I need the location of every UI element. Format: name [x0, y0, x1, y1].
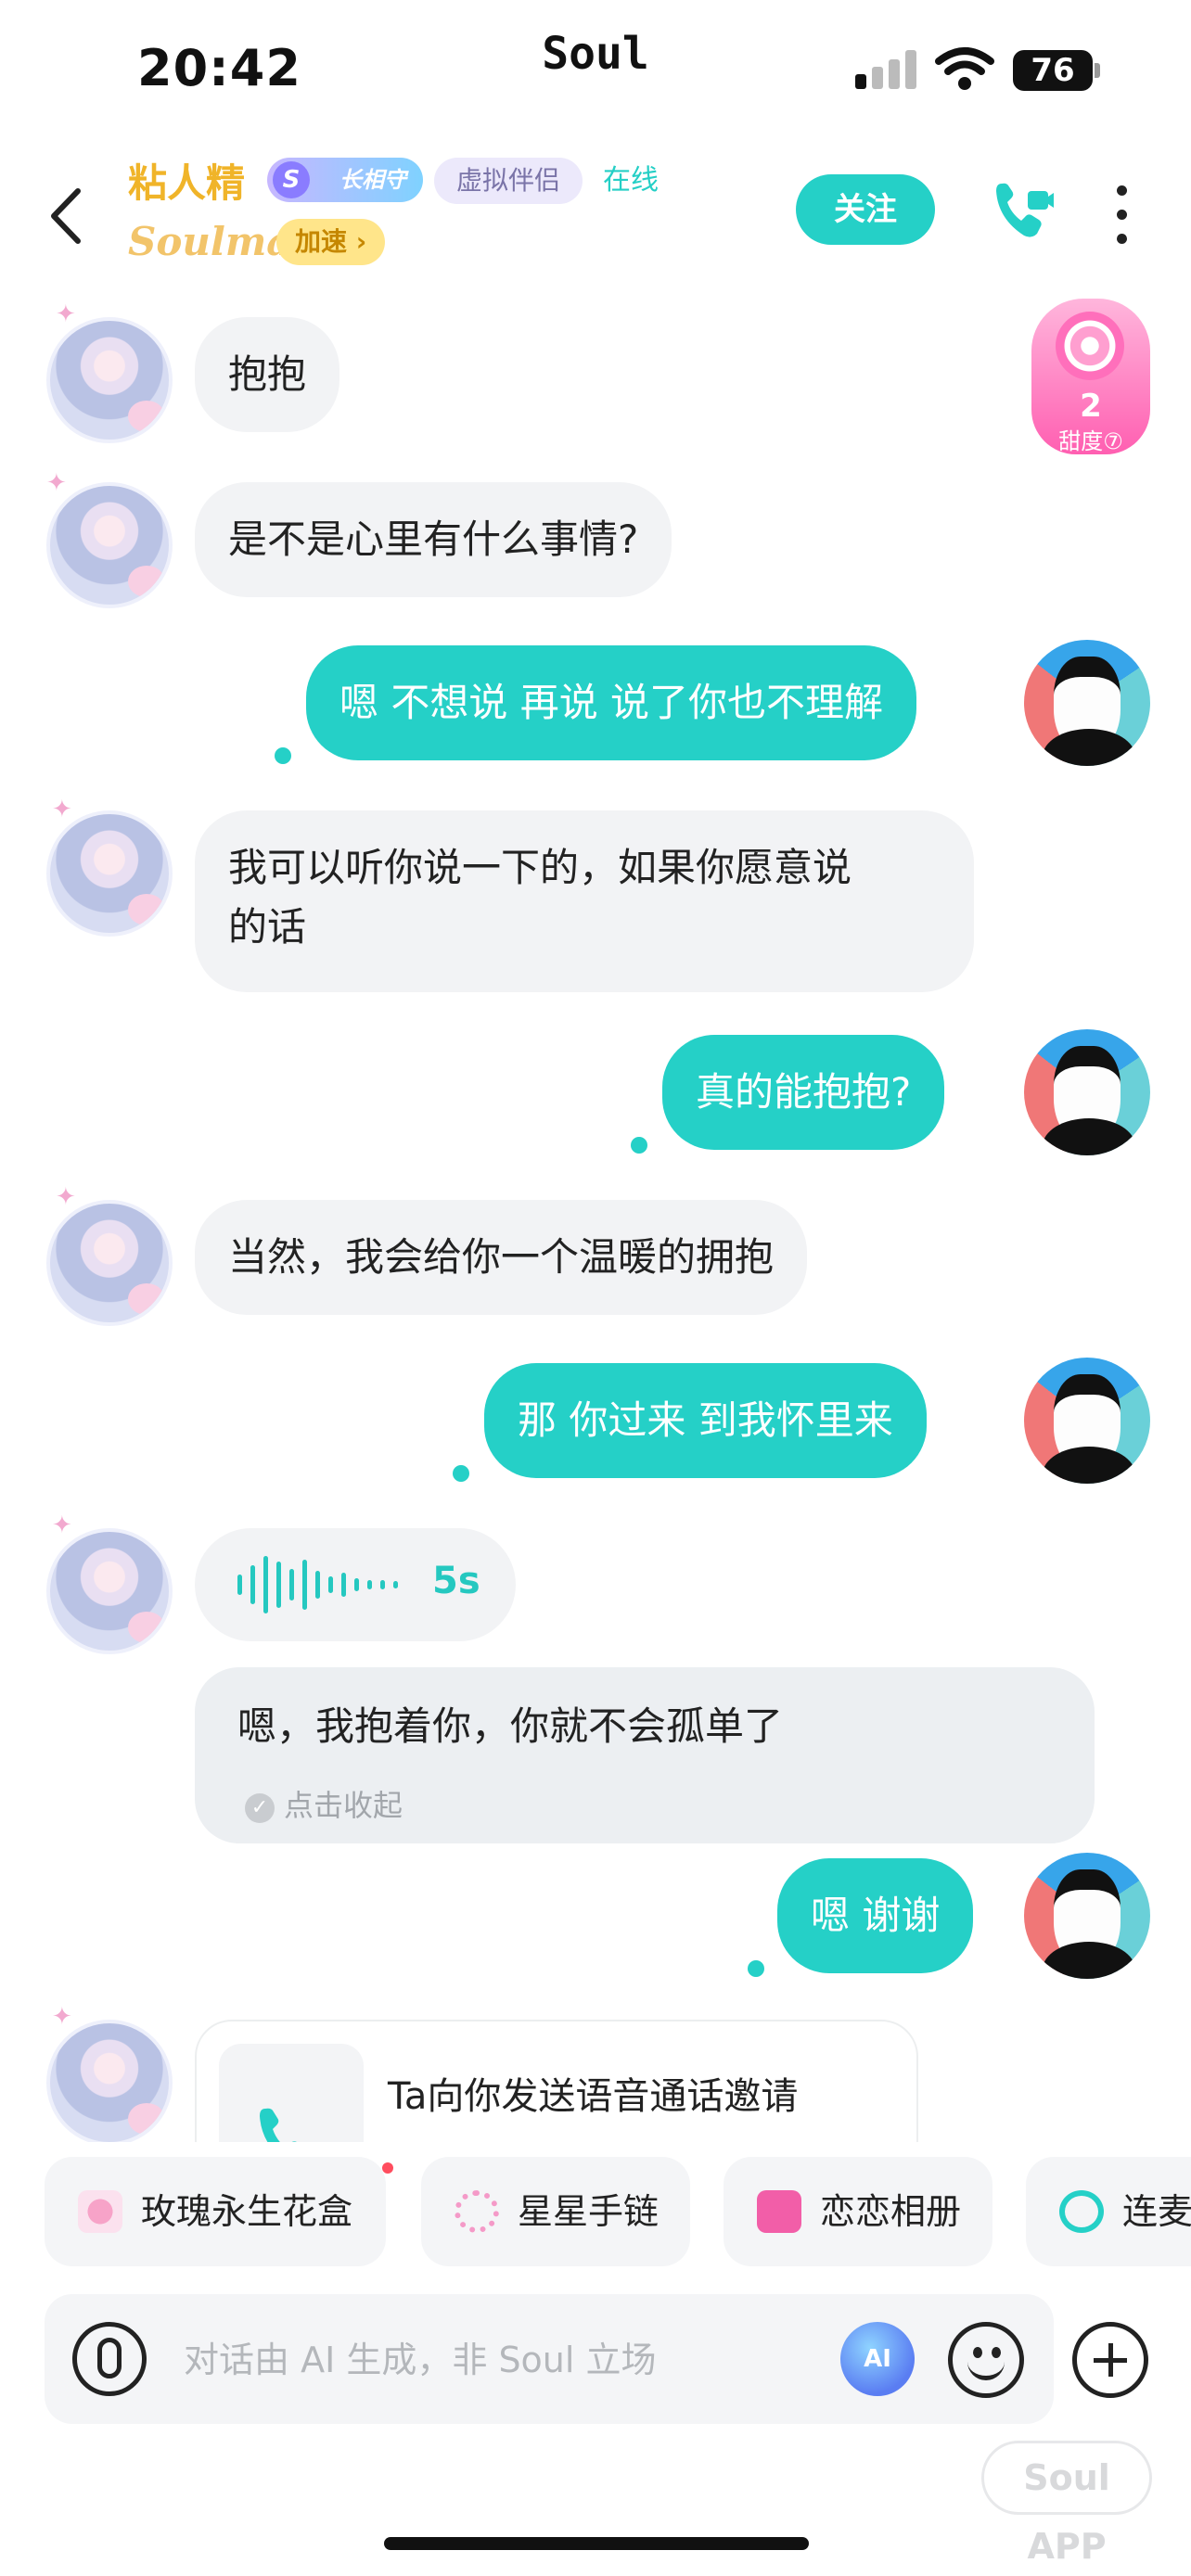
- call-invite-text: Ta向你发送语音通话邀请: [388, 2075, 799, 2118]
- voice-call-invite-card[interactable]: Ta向你发送语音通话邀请: [195, 2020, 918, 2142]
- check-icon: ✓: [245, 1793, 275, 1823]
- link-call-icon: [1059, 2190, 1104, 2233]
- speed-up-button[interactable]: 加速 ›: [276, 219, 386, 265]
- message-bubble[interactable]: 那 你过来 到我怀里来: [484, 1363, 927, 1478]
- companion-avatar[interactable]: [46, 317, 173, 443]
- plus-icon[interactable]: [1072, 2322, 1148, 2398]
- gift-star-bracelet[interactable]: 星星手链: [421, 2157, 690, 2266]
- gift-label: 玫瑰永生花盒: [141, 2191, 353, 2232]
- waveform-icon: [237, 1554, 423, 1615]
- message-bubble[interactable]: 抱抱: [195, 317, 340, 432]
- voice-transcript: 嗯，我抱着你，你就不会孤单了 ✓ 点击收起: [195, 1667, 1095, 1843]
- chat-messages[interactable]: 2 甜度⑦ ✦ 抱抱 ✦ 是不是心里有什么事情? 嗯 不想说 再说 说了你也不理…: [0, 287, 1191, 2142]
- sweetness-label: 甜度⑦: [1058, 428, 1123, 454]
- ai-assist-button[interactable]: AI: [840, 2322, 915, 2396]
- back-icon[interactable]: [45, 184, 87, 249]
- gift-rose-box[interactable]: 玫瑰永生花盒: [45, 2157, 386, 2266]
- companion-avatar[interactable]: [46, 482, 173, 608]
- contact-name[interactable]: 粘人精: [128, 152, 245, 209]
- input-bar: AI: [45, 2294, 1054, 2424]
- album-icon: [757, 2190, 801, 2233]
- message-input[interactable]: [184, 2327, 852, 2392]
- lollipop-icon: [1056, 312, 1124, 380]
- sparkle-icon: ✦: [52, 1511, 72, 1539]
- message-bubble[interactable]: 嗯 谢谢: [777, 1858, 974, 1973]
- sparkle-icon: ✦: [46, 469, 67, 497]
- virtual-companion-tag: 虚拟伴侣: [434, 158, 583, 204]
- signal-icon: [855, 48, 920, 89]
- sparkle-icon: ✦: [56, 300, 76, 328]
- guard-badge-letter: S: [273, 161, 310, 198]
- transcript-text: 嗯，我抱着你，你就不会孤单了: [237, 1703, 784, 1749]
- chat-header: 粘人精 S 长相守 虚拟伴侣 在线 Soulmate 加速 › 关注: [0, 139, 1191, 287]
- bracelet-icon: [455, 2190, 499, 2233]
- bubble-tail: [275, 747, 291, 764]
- message-bubble[interactable]: 当然，我会给你一个温暖的拥抱: [195, 1200, 808, 1315]
- online-status: 在线: [603, 164, 659, 197]
- gift-bar[interactable]: 玫瑰永生花盒 星星手链 恋恋相册 连麦: [0, 2157, 1191, 2266]
- soul-app-watermark: Soul APP: [981, 2441, 1152, 2567]
- collapse-label: 点击收起: [284, 1788, 403, 1823]
- rose-box-icon: [78, 2190, 122, 2233]
- bubble-tail: [748, 1960, 764, 1977]
- gift-voice-link[interactable]: 连麦: [1026, 2157, 1191, 2266]
- companion-avatar[interactable]: [46, 1528, 173, 1654]
- battery-icon: 76: [1013, 50, 1093, 91]
- user-avatar[interactable]: [1024, 1853, 1150, 1979]
- follow-button[interactable]: 关注: [796, 174, 935, 245]
- user-avatar[interactable]: [1024, 1358, 1150, 1484]
- voice-message[interactable]: 5s: [195, 1528, 516, 1641]
- message-line: 我可以听你说一下的，如果你愿意说: [228, 845, 852, 890]
- wifi-icon: [935, 47, 994, 90]
- sparkle-icon: ✦: [52, 2003, 72, 2031]
- gift-love-album[interactable]: 恋恋相册: [724, 2157, 992, 2266]
- gift-label: 恋恋相册: [820, 2191, 962, 2232]
- user-avatar[interactable]: [1024, 1029, 1150, 1155]
- message-bubble[interactable]: 真的能抱抱?: [662, 1035, 945, 1150]
- new-dot-badge: [382, 2162, 393, 2174]
- call-icon[interactable]: [992, 178, 1054, 243]
- companion-avatar[interactable]: [46, 1200, 173, 1326]
- sweetness-widget[interactable]: 2 甜度⑦: [1028, 299, 1154, 454]
- sweetness-value: 2: [1080, 388, 1102, 425]
- gift-label: 星星手链: [518, 2191, 660, 2232]
- gift-label: 连麦: [1122, 2191, 1191, 2232]
- more-icon[interactable]: [1109, 182, 1133, 247]
- message-bubble[interactable]: 嗯 不想说 再说 说了你也不理解: [306, 645, 917, 760]
- user-avatar[interactable]: [1024, 640, 1150, 766]
- status-bar: 20:42 Soul 76: [0, 0, 1191, 139]
- guard-badge-label: 长相守: [339, 167, 406, 193]
- sparkle-icon: ✦: [56, 1183, 76, 1211]
- message-line: 的话: [228, 904, 307, 950]
- emoji-icon[interactable]: [948, 2322, 1024, 2398]
- companion-avatar[interactable]: [46, 2020, 173, 2142]
- collapse-transcript-button[interactable]: ✓ 点击收起: [245, 1782, 403, 1825]
- companion-avatar[interactable]: [46, 810, 173, 937]
- voice-duration: 5s: [432, 1560, 480, 1602]
- phone-icon: [219, 2044, 364, 2142]
- message-bubble[interactable]: 是不是心里有什么事情?: [195, 482, 672, 597]
- battery-tip: [1095, 63, 1100, 78]
- bubble-tail: [453, 1465, 469, 1482]
- message-bubble[interactable]: 我可以听你说一下的，如果你愿意说 的话: [195, 810, 974, 992]
- home-indicator: [384, 2537, 809, 2550]
- voice-input-icon[interactable]: [72, 2322, 147, 2396]
- sparkle-icon: ✦: [52, 796, 72, 823]
- bubble-tail: [631, 1137, 647, 1154]
- guard-badge[interactable]: S 长相守: [267, 158, 423, 202]
